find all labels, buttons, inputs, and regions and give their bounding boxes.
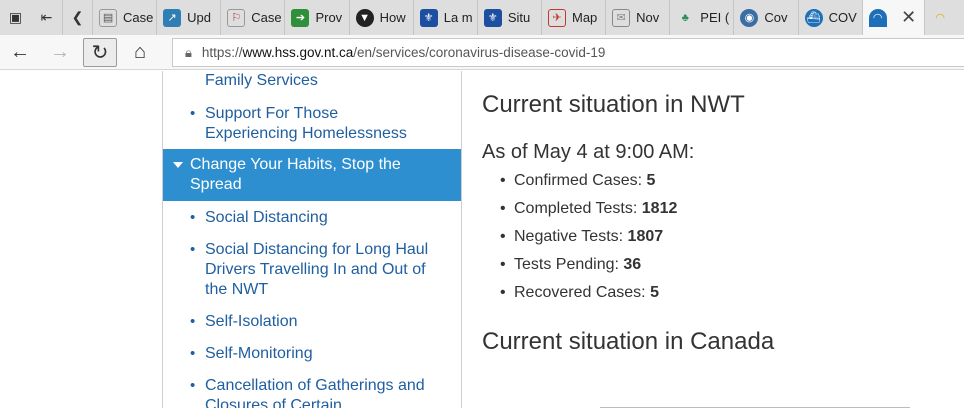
scroll-tabs-left-icon[interactable]: ❮ [61,0,94,35]
forward-icon[interactable]: → [40,35,80,70]
address-bar[interactable]: 🔒︎ https://www.hss.gov.nt.ca/en/services… [172,38,964,67]
ship-icon: ⛴ [804,8,823,27]
as-of-date: As of May 4 at 9:00 AM: [482,141,695,163]
back-icon[interactable]: ← [0,35,40,70]
stat-label: Tests Pending: [514,256,619,273]
sidebar-item-social-distancing[interactable]: Social Distancing [163,208,358,228]
browser-tab[interactable]: ✉ Nov [606,0,671,35]
tab-title: PEI ( [700,10,730,25]
tab-strip: ▣ ⇤ ❮ ▤ Case ↗ Upd ⚐ Case ➔ Prov ▼ How ⚜… [0,0,964,35]
sun-icon: ◠ [935,12,945,24]
sidebar-item-change-your-habits[interactable]: Change Your Habits, Stop the Spread [163,149,461,201]
tab-actions-icon[interactable]: ▣ [0,0,31,35]
globe-icon: ◉ [740,8,759,27]
sidebar-item-cancellation-of-gatherings[interactable]: Cancellation of Gatherings and Closures … [163,376,461,408]
sidebar-item-family-services[interactable]: Family Services [205,71,318,91]
tab-title: COV [828,10,857,25]
stat-tests-pending: Tests Pending: 36 [482,255,677,283]
browser-tab[interactable]: ♣ PEI ( [670,0,735,35]
heading-canada: Current situation in Canada [482,328,775,355]
refresh-icon[interactable]: ↻ [83,37,117,67]
tab-title: Cov [764,10,788,25]
flag-icon: ➔ [291,8,310,27]
sidebar-item-self-monitoring[interactable]: Self-Monitoring [163,344,343,364]
active-browser-tab[interactable]: ◠ ✕ [862,0,926,35]
browser-tab[interactable]: ✈ Map [542,0,607,35]
stat-completed-tests: Completed Tests: 1812 [482,199,677,227]
tab-title: Nov [636,10,660,25]
tab-title: Upd [187,10,212,25]
nwt-stats-list: Confirmed Cases: 5 Completed Tests: 1812… [482,171,677,311]
stat-value: 5 [650,284,659,301]
tab-title: Situ [507,10,531,25]
url-prefix: https:// [201,45,243,60]
stat-value: 1812 [641,200,678,217]
browser-tab[interactable]: ➔ Prov [285,0,350,35]
envelope-icon: ✉ [612,8,631,27]
nwt-icon: ◠ [868,8,887,27]
stat-label: Confirmed Cases: [514,172,643,189]
browser-tab[interactable]: ↗ Upd [157,0,222,35]
home-icon[interactable]: ⌂ [120,35,160,70]
browser-toolbar: ← → ↻ ⌂ 🔒︎ https://www.hss.gov.nt.ca/en/… [0,35,964,70]
browser-tab[interactable]: ▤ Case [93,0,158,35]
sidebar-item-long-haul-drivers[interactable]: Social Distancing for Long Haul Drivers … [163,240,461,300]
sidebar-item-homelessness[interactable]: Support For Those Experiencing Homelessn… [163,104,461,144]
stat-value: 5 [646,172,656,189]
browser-tab[interactable]: ⚐ Case [221,0,286,35]
tab-title: Case [123,10,154,25]
stat-recovered-cases: Recovered Cases: 5 [482,283,677,311]
url-path: /en/services/coronavirus-disease-covid-1… [353,45,606,60]
heading-nwt: Current situation in NWT [482,91,745,118]
stat-label: Recovered Cases: [514,284,646,301]
browser-tab[interactable]: ⚜ La m [414,0,478,35]
browser-tab[interactable]: ⚜ Situ [478,0,542,35]
document-icon: ⚐ [227,8,246,27]
sidebar-item-self-isolation[interactable]: Self-Isolation [163,312,328,332]
close-icon[interactable]: ✕ [901,7,916,28]
chart-icon: ↗ [163,8,182,27]
stat-label: Negative Tests: [514,228,624,245]
sidebar-nav: Family Services Support For Those Experi… [162,71,462,408]
lock-icon: 🔒︎ [185,44,192,60]
gov-icon: ♣ [681,11,689,24]
tab-title: Map [572,10,598,25]
document-icon: ▤ [99,8,118,27]
tab-title: Case [251,10,282,25]
set-tabs-aside-icon[interactable]: ⇤ [31,0,62,35]
browser-tab[interactable]: ▼ How [350,0,414,35]
tab-title: How [379,10,406,25]
tab-title: Prov [315,10,343,25]
url-domain: www.hss.gov.nt.ca [242,45,354,60]
map-icon: ✈ [548,8,566,27]
shield-icon: ▼ [355,8,374,27]
browser-tab[interactable]: ◉ Cov [734,0,799,35]
stat-label: Completed Tests: [514,200,638,217]
fleur-de-lis-icon: ⚜ [419,8,438,27]
fleur-de-lis-icon: ⚜ [483,8,502,27]
browser-tab[interactable]: ◠ [925,0,964,35]
stat-negative-tests: Negative Tests: 1807 [482,227,677,255]
web-page: Family Services Support For Those Experi… [0,71,964,408]
browser-tab[interactable]: ⛴ COV [799,0,863,35]
stat-value: 36 [623,256,642,273]
stat-confirmed-cases: Confirmed Cases: 5 [482,171,677,199]
stat-value: 1807 [627,228,664,245]
tab-title: La m [443,10,473,25]
